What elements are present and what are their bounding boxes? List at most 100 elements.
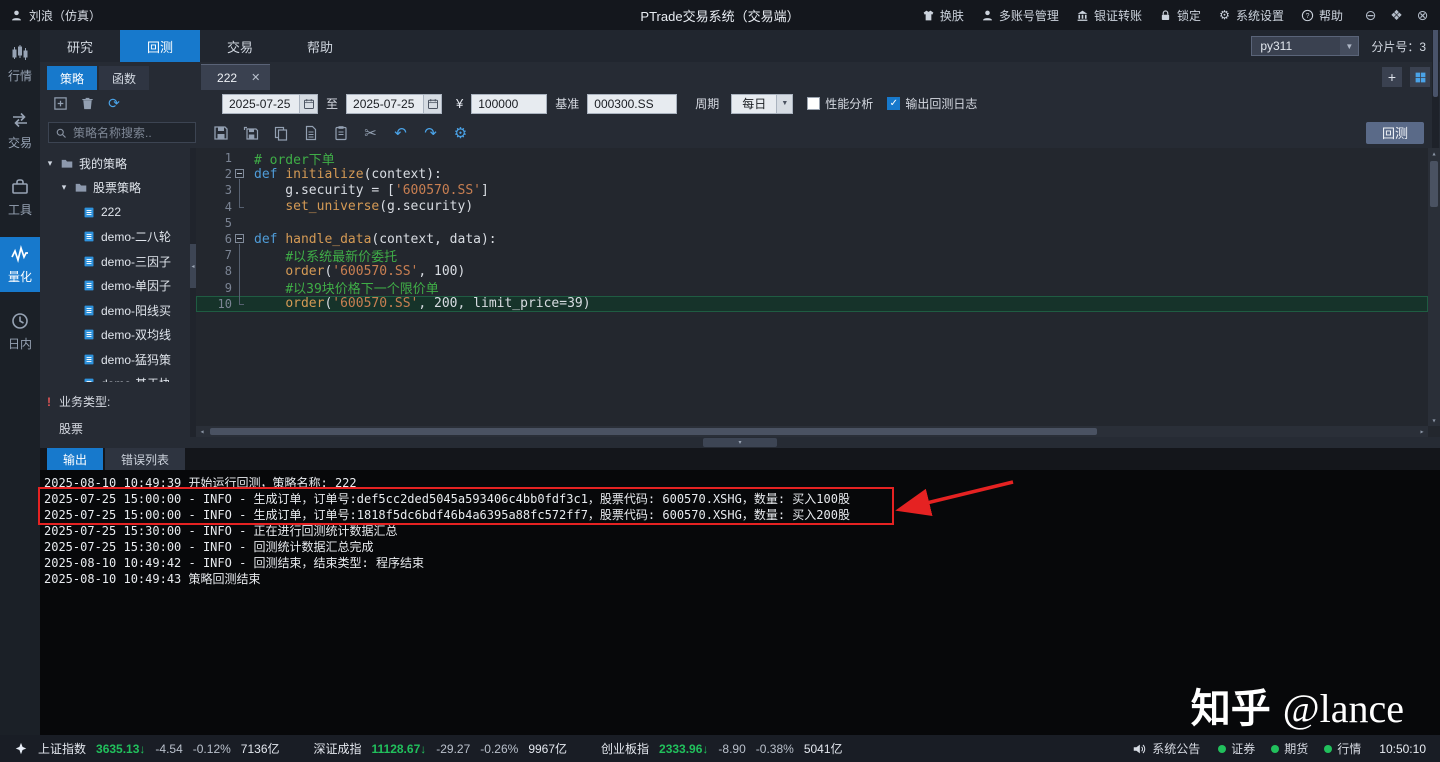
floppy-button[interactable] [212,124,229,141]
capital-input[interactable] [478,96,541,111]
tree-group[interactable]: ▾ 股票策略 [40,176,190,201]
titlebar-action-lock[interactable]: 锁定 [1159,7,1201,24]
python-env-value: py311 [1260,39,1293,53]
scroll-left-icon[interactable]: ◂ [196,426,208,437]
tree-item[interactable]: demo-单因子 [40,274,190,299]
rail-item-tools[interactable]: 工具 [0,170,40,225]
tree-item[interactable]: demo-阳线买 [40,298,190,323]
panel-tab-1[interactable]: 策略 [47,66,98,90]
floppyall-button[interactable] [242,124,259,141]
period-select[interactable]: 每日 ▼ [731,93,794,114]
code-line-2[interactable]: 2 def initialize(context): [196,166,1428,183]
code-line-9[interactable]: 9 #以39块价格下一个限价单 [196,279,1428,297]
output-tab-2[interactable]: 错误列表 [105,448,186,470]
doc-button[interactable] [302,124,319,141]
tree-item[interactable]: demo-基于协 [40,372,190,382]
titlebar-action-gear[interactable]: ⚙ 系统设置 [1218,7,1284,24]
scroll-up-icon[interactable]: ▴ [1428,148,1440,159]
horizontal-splitter[interactable]: ▾ [40,437,1440,448]
gear-button[interactable]: ⚙ [452,124,469,142]
code-line-4[interactable]: 4 set_universe(g.security) [196,198,1428,215]
code-line-7[interactable]: 7 #以系统最新价委托 [196,247,1428,265]
file-tab-222[interactable]: 222 ✕ [201,64,271,90]
plusbox-button[interactable] [52,96,68,112]
tree-item-label: demo-三因子 [101,254,172,269]
search-input[interactable] [73,125,185,140]
titlebar-action-user[interactable]: 多账号管理 [981,7,1059,24]
nav-tab-2[interactable]: 回测 [120,30,200,62]
service-link-1[interactable]: 证券 [1218,740,1255,757]
scroll-down-icon[interactable]: ▾ [1428,415,1440,426]
capital-field[interactable] [471,93,548,114]
close-tab-icon[interactable]: ✕ [251,71,260,84]
date-to-input[interactable] [353,96,418,111]
scroll-right-icon[interactable]: ▸ [1416,426,1428,437]
run-backtest-button[interactable]: 回测 [1366,121,1424,144]
editor-vscrollbar[interactable]: ▴ ▾ [1428,148,1440,426]
scissors-button[interactable]: ✂ [362,124,379,142]
splitter-handle[interactable]: ▾ [703,438,777,447]
business-type-value: 股票 [59,422,84,436]
checkbox-1[interactable]: 性能分析 [807,95,873,112]
close-button[interactable]: ⊗ [1415,7,1430,24]
tree-item[interactable]: demo-猛犸策 [40,347,190,372]
nav-tab-1[interactable]: 研究 [40,30,120,62]
layout-button[interactable] [1410,67,1430,87]
rail-item-market[interactable]: 行情 [0,36,40,91]
service-link-3[interactable]: 行情 [1324,740,1361,757]
strategy-search[interactable] [48,122,196,143]
rail-item-quant[interactable]: 量化 [0,237,40,292]
tree-item[interactable]: 222 [40,200,190,225]
tree-item[interactable]: demo-三因子 [40,249,190,274]
vertical-splitter[interactable]: ◂ [190,148,196,437]
panel-tab-2[interactable]: 函数 [99,66,150,90]
date-from-input[interactable] [229,96,293,111]
add-tab-button[interactable]: + [1382,67,1402,87]
hscroll-thumb[interactable] [210,428,1098,435]
copy-icon [273,125,289,141]
current-user[interactable]: 刘浪（仿真） [10,7,101,24]
tree-root[interactable]: ▾ 我的策略 [40,151,190,176]
editor-hscrollbar[interactable]: ◂ ▸ [196,426,1428,437]
benchmark-field[interactable] [587,93,678,114]
refresh-button[interactable]: ⟳ [106,95,122,112]
code-line-1[interactable]: 1 # order下单 [196,150,1428,168]
service-link-2[interactable]: 期货 [1271,740,1308,757]
nav-tab-4[interactable]: 帮助 [280,30,360,62]
code-line-5[interactable]: 5 [196,215,1428,231]
code-line-8[interactable]: 8 order('600570.SS', 100) [196,263,1428,280]
paste-button[interactable] [332,124,349,141]
splitter-collapse-icon[interactable]: ◂ [190,244,196,288]
titlebar-action-shirt[interactable]: 换肤 [922,7,964,24]
fold-toggle-icon[interactable] [235,233,244,243]
copy-button[interactable] [272,124,289,141]
date-to-field[interactable] [346,93,443,114]
nav-tab-3[interactable]: 交易 [200,30,280,62]
rail-item-trade[interactable]: 交易 [0,103,40,158]
calendar-from-button[interactable] [300,93,318,114]
vscroll-thumb[interactable] [1430,161,1438,207]
system-announcement[interactable]: 系统公告 [1132,740,1200,757]
fold-toggle-icon[interactable] [235,169,244,179]
checkbox-2[interactable]: ✓ 输出回测日志 [887,95,977,112]
date-from-field[interactable] [222,93,318,114]
titlebar-action-help[interactable]: ? 帮助 [1301,7,1343,24]
minimize-button[interactable]: ⊖ [1363,7,1378,24]
tree-item[interactable]: demo-二八轮 [40,225,190,250]
rail-item-intraday[interactable]: 日内 [0,304,40,359]
code-line-10[interactable]: 10 order('600570.SS', 200, limit_price=3… [196,295,1428,312]
output-tab-1[interactable]: 输出 [47,448,104,470]
python-env-select[interactable]: py311 ▼ [1251,36,1360,56]
code-line-6[interactable]: 6 def handle_data(context, data): [196,231,1428,248]
benchmark-input[interactable] [594,96,671,111]
redo-button[interactable]: ↷ [422,124,439,142]
undo-button[interactable]: ↶ [392,124,409,142]
maximize-button[interactable]: ❖ [1389,7,1404,24]
line-number: 7 [224,248,232,263]
titlebar-action-bank[interactable]: 银证转账 [1076,7,1142,24]
code-line-3[interactable]: 3 g.security = ['600570.SS'] [196,182,1428,199]
calendar-to-button[interactable] [424,93,443,114]
tree-item[interactable]: demo-双均线 [40,323,190,348]
code-editor[interactable]: 1 # order下单 2 def initialize(context): 3 g.s… [196,148,1440,437]
trash-button[interactable] [79,96,95,112]
